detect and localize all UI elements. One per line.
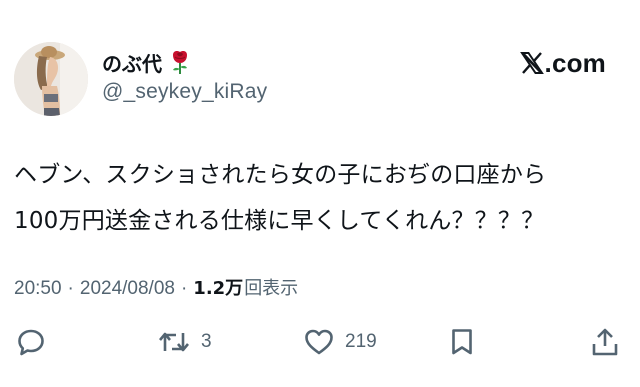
avatar[interactable] [14, 42, 88, 116]
display-name-row: のぶ代 [102, 48, 267, 76]
action-bar: 3 219 [0, 322, 640, 362]
tweet-meta: 20:50 · 2024/08/08 · 1.2万 回表示 [14, 274, 298, 300]
brand-watermark: .com [519, 47, 606, 78]
avatar-photo [14, 42, 88, 116]
rose-icon [168, 49, 192, 75]
share-icon [590, 326, 620, 358]
like-button[interactable]: 219 [303, 322, 377, 362]
author-block: のぶ代 @_seykey_kiRay [102, 48, 267, 104]
views-label: 回表示 [244, 278, 299, 299]
reply-icon [16, 327, 46, 357]
display-name[interactable]: のぶ代 [102, 48, 162, 77]
meta-separator-2: · [180, 278, 188, 299]
like-count: 219 [345, 331, 377, 352]
retweet-button[interactable]: 3 [157, 322, 212, 362]
share-button[interactable] [590, 322, 620, 362]
tweet-time[interactable]: 20:50 [14, 278, 62, 300]
bookmark-icon [450, 327, 474, 357]
tweet-text: ヘブン、スクショされたら女の子におぢの口座から 100万円送金される仕様に早くし… [14, 152, 626, 244]
reply-button[interactable] [16, 322, 46, 362]
brand-domain-text: .com [544, 47, 606, 78]
retweet-count: 3 [201, 331, 212, 352]
meta-separator-1: · [67, 278, 74, 299]
x-logo-icon [519, 51, 544, 75]
tweet-text-line-2: 100万円送金される仕様に早くしてくれん？？？？ [14, 208, 545, 234]
tweet-date[interactable]: 2024/08/08 [80, 278, 175, 300]
author-handle[interactable]: @_seykey_kiRay [102, 80, 267, 104]
views-count[interactable]: 1.2万 [193, 274, 243, 300]
tweet-text-line-1: ヘブン、スクショされたら女の子におぢの口座から [14, 162, 547, 188]
tweet-card: のぶ代 @_seykey_kiRay .com ヘブン、スクショされたら女の子に… [0, 0, 640, 387]
bookmark-button[interactable] [450, 322, 474, 362]
retweet-icon [157, 327, 191, 357]
heart-icon [303, 327, 335, 357]
